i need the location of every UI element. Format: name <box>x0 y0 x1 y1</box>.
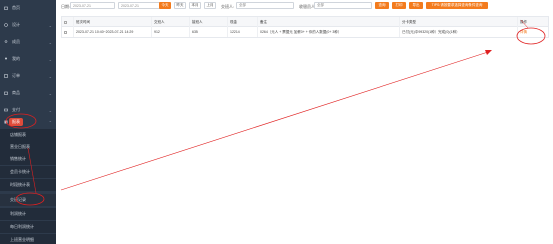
order-icon <box>4 74 8 78</box>
quick-date-month[interactable]: 本月 <box>189 2 201 9</box>
sidebar-sub-item-active[interactable]: 交班记录 <box>0 194 56 206</box>
header-summary: 分卡类型 <box>400 17 518 27</box>
annotation-arrow-line <box>60 51 489 191</box>
cell-shift-time: 2023-07-21 10:40~2023-07-21 14:29 <box>74 27 152 37</box>
header-checkbox[interactable] <box>62 17 74 27</box>
sidebar-item-label: 订单 <box>12 73 20 78</box>
sidebar-sub-item[interactable]: 销售统计 <box>0 153 56 165</box>
annotation-arrow-head <box>485 50 492 55</box>
end-date-field[interactable]: 2023-07-21 <box>118 2 163 9</box>
cell-receiver: 635 <box>190 27 228 37</box>
start-date-field[interactable]: 2023-07-21 <box>70 2 115 9</box>
cell-summary: 已付(元)中99320(1种）完成(0)(1种） <box>400 27 518 37</box>
members-icon <box>4 40 8 44</box>
sidebar-sub-item[interactable]: 利润统计 <box>0 208 56 220</box>
sidebar: 首页 设计 ⌄ 成员 ⌄ 我的 ⌄ 订单 ⌄ 商品 ⌄ 支付 ⌄ 报表 ⌃ 店铺… <box>0 0 56 244</box>
cell-remark: 0264（元人 + 票据元 加薪0+ + 你的人数据(0+ 3种） <box>258 27 400 37</box>
sidebar-sub-item[interactable]: 每日利润统计 <box>0 221 56 233</box>
shift-table: 班次时间 交班人 接班人 现金 备注 分卡类型 操作 2023-07-21 10… <box>61 16 549 38</box>
home-icon <box>4 6 8 10</box>
sidebar-item-report-active[interactable]: 报表 ⌃ <box>0 116 56 128</box>
export-button[interactable]: 导出 <box>409 2 423 9</box>
sidebar-sub-item[interactable]: 店铺报表 <box>0 129 56 141</box>
cell-cash: 12214 <box>228 27 258 37</box>
pay-icon <box>4 108 8 112</box>
goods-icon <box>4 91 8 95</box>
chevron-down-icon: ⌄ <box>48 107 52 113</box>
sidebar-item-label: 报表 <box>9 118 23 126</box>
header-action: 操作 <box>520 19 527 24</box>
quick-date-yesterday[interactable]: 昨天 <box>174 2 186 9</box>
sidebar-item-label: 设计 <box>12 22 20 27</box>
chevron-down-icon: ⌄ <box>48 56 52 62</box>
sidebar-item-label: 我的 <box>12 56 20 61</box>
sidebar-sub-item[interactable]: 营业日报表 <box>0 141 56 153</box>
cell-action[interactable]: 详情 <box>518 27 548 37</box>
header-cash: 现金 <box>228 17 258 27</box>
chevron-down-icon: ⌄ <box>48 90 52 96</box>
chevron-down-icon: ⌄ <box>48 39 52 45</box>
cell-handover: 912 <box>152 27 190 37</box>
table-header: 班次时间 交班人 接班人 现金 备注 分卡类型 操作 <box>62 17 548 27</box>
header-handover: 交班人 <box>152 17 190 27</box>
sidebar-item-label: 商品 <box>12 90 20 95</box>
quick-date-today[interactable]: 今天 <box>159 2 171 9</box>
sidebar-item-user[interactable]: 我的 ⌄ <box>0 53 56 65</box>
details-link[interactable]: 详情 <box>520 30 527 35</box>
sidebar-sub-item[interactable]: 时段统计表 <box>0 179 56 191</box>
sidebar-sub-item[interactable]: 会员卡统计 <box>0 166 56 178</box>
sidebar-item-members[interactable]: 成员 ⌄ <box>0 36 56 48</box>
row-checkbox[interactable] <box>62 27 74 37</box>
chevron-down-icon: ⌄ <box>48 73 52 79</box>
design-icon <box>4 23 8 27</box>
chevron-up-icon: ⌃ <box>48 119 52 125</box>
print-button[interactable]: 打印 <box>392 2 406 9</box>
filter-bar: 日期: 2023-07-21 2023-07-21 今天 昨天 本月 上月 交班… <box>56 0 553 12</box>
header-shift-time: 班次时间 <box>74 17 152 27</box>
table-row[interactable]: 2023-07-21 10:40~2023-07-21 14:29 912 63… <box>62 27 548 37</box>
sidebar-item-goods[interactable]: 商品 ⌄ <box>0 87 56 99</box>
header-remark: 备注 <box>258 17 400 27</box>
sidebar-sub-item[interactable]: 上班营业明细 <box>0 234 56 244</box>
sidebar-item-home[interactable]: 首页 <box>0 2 56 14</box>
quick-date-last-month[interactable]: 上月 <box>204 2 216 9</box>
user-icon <box>4 57 8 61</box>
sidebar-item-label: 支付 <box>12 107 20 112</box>
date-label: 日期: <box>61 4 71 9</box>
sidebar-item-design[interactable]: 设计 ⌄ <box>0 19 56 31</box>
chevron-down-icon: ⌄ <box>48 22 52 28</box>
header-receiver: 接班人 <box>190 17 228 27</box>
tips-button[interactable]: TIPS:请按要求选择查询条件查询 <box>426 2 488 9</box>
sidebar-item-label: 成员 <box>12 39 20 44</box>
shift-select[interactable]: 全部 <box>236 2 294 9</box>
search-button[interactable]: 查询 <box>375 2 389 9</box>
sidebar-item-pay[interactable]: 支付 ⌄ <box>0 104 56 116</box>
sidebar-item-order[interactable]: 订单 ⌄ <box>0 70 56 82</box>
sidebar-item-label: 首页 <box>12 5 20 10</box>
report-icon <box>4 120 8 124</box>
shift-label: 交班人: <box>221 4 235 9</box>
cashier-select[interactable]: 全部 <box>314 2 372 9</box>
